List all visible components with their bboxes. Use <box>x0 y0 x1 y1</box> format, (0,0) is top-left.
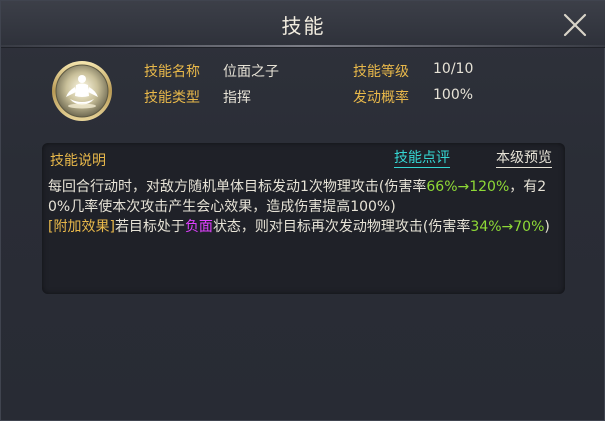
skill-name-value: 位面之子 <box>223 64 279 80</box>
close-icon[interactable] <box>561 11 589 39</box>
level-preview-link[interactable]: 本级预览 <box>496 150 552 168</box>
description-line2-mid: 状态，则对目标再次发动物理攻击(伤害率 <box>212 219 471 235</box>
trigger-chance-row: 发动概率 100% <box>353 87 473 107</box>
title-divider <box>1 45 605 47</box>
skill-type-value: 指挥 <box>223 90 251 106</box>
skill-panel: 技能 技能名称 位面之子 技能等级 10/10 技能类型 指挥 发动概率 100… <box>0 0 605 421</box>
skill-level-value: 10/10 <box>433 61 474 77</box>
skill-description-box: 技能说明 技能点评 本级预览 每回合行动时，对敌方随机单体目标发动1次物理攻击(… <box>42 143 565 294</box>
extra-damage-rate-value: 34%→70% <box>470 219 545 235</box>
trigger-chance-label: 发动概率 <box>353 90 409 106</box>
meditating-figure-icon <box>52 61 112 121</box>
description-line1-text: 每回合行动时，对敌方随机单体目标发动1次物理攻击(伤害率 <box>48 179 427 195</box>
window-title: 技能 <box>281 14 326 38</box>
damage-rate-value: 66%→120% <box>426 179 510 195</box>
debuff-status-text: 负面 <box>184 219 213 235</box>
skill-type-label: 技能类型 <box>144 90 200 106</box>
skill-review-link[interactable]: 技能点评 <box>394 150 450 168</box>
skill-type-row: 技能类型 指挥 <box>144 87 251 107</box>
skill-name-label: 技能名称 <box>144 64 200 80</box>
description-text: 每回合行动时，对敌方随机单体目标发动1次物理攻击(伤害率66%→120%，有20… <box>48 177 560 237</box>
skill-level-label: 技能等级 <box>353 64 409 80</box>
skill-name-row: 技能名称 位面之子 <box>144 61 279 81</box>
description-line2-tail: ) <box>544 219 550 235</box>
description-line2-text: 若目标处于 <box>114 219 185 235</box>
description-header: 技能说明 <box>50 153 106 169</box>
trigger-chance-value: 100% <box>433 87 474 103</box>
extra-effect-tag: [附加效果] <box>48 219 115 235</box>
title-bar: 技能 <box>1 1 605 48</box>
skill-icon[interactable] <box>50 59 114 123</box>
skill-level-row: 技能等级 10/10 <box>353 61 473 81</box>
